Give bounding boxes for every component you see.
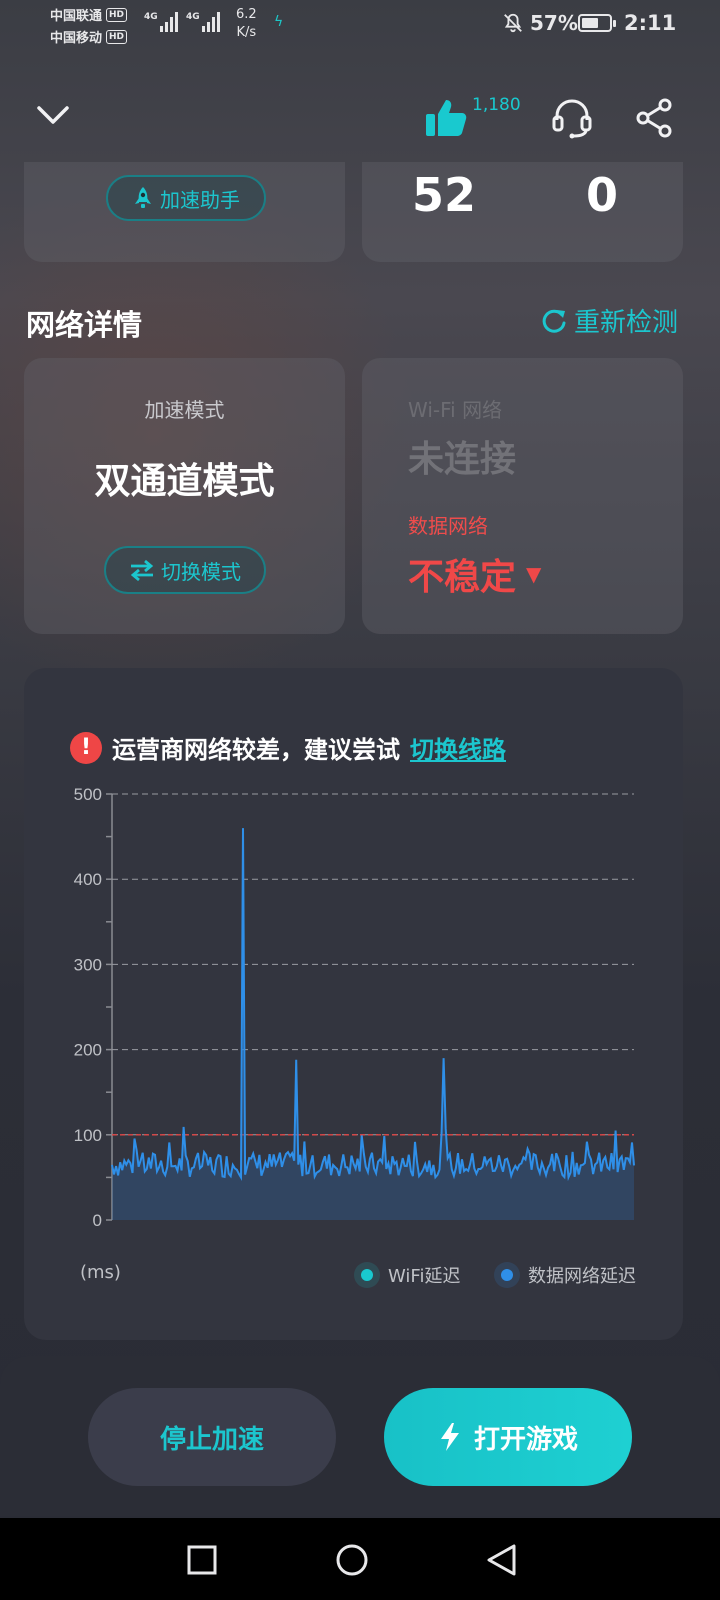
stop-boost-label: 停止加速 [159,1424,264,1455]
rocket-icon [135,187,151,208]
system-nav-bar [0,1518,720,1600]
recheck-button[interactable]: 重新检测 [540,302,678,339]
thumbs-up-icon[interactable] [424,96,468,140]
data-network-label: 数据网络 [408,514,488,538]
network-type: 4G [144,12,158,22]
stat-value-2: 0 [586,168,619,222]
battery-percent: 57% [530,11,578,35]
y-axis-unit: (ms) [80,1262,121,1283]
back-icon[interactable] [484,1542,520,1578]
like-count: 1,180 [472,95,521,115]
bell-muted-icon [504,13,522,33]
data-latency-line [111,828,635,1182]
headset-icon[interactable] [550,96,594,140]
stop-boost-button[interactable]: 停止加速 [88,1388,336,1486]
carrier-2-name: 中国移动 [50,31,103,46]
wifi-status: 未连接 [408,439,517,480]
legend-wifi: WiFi延迟 [354,1262,460,1288]
net-speed-unit: K/s [236,25,257,40]
share-icon[interactable] [634,96,674,140]
legend-wifi-label: WiFi延迟 [388,1266,461,1287]
swap-arrows-icon [130,559,154,581]
section-title: 网络详情 [26,308,143,342]
latency-chart: 0 100 200 300 400 500 [74,785,635,1230]
net-speed: 6.2 K/s [236,6,257,42]
data-network-status-text: 不稳定 [408,557,517,598]
mode-label: 加速模式 [144,398,225,422]
caret-down-icon: ▼ [526,562,542,586]
home-icon[interactable] [334,1542,370,1578]
latency-chart-card: ! 运营商网络较差，建议尝试 切换线路 0 100 200 300 400 500 (ms… [24,668,683,1340]
legend-data-label: 数据网络延迟 [528,1266,636,1287]
y-tick-label: 300 [74,955,102,974]
mode-value: 双通道模式 [94,461,275,502]
carrier-2: 中国移动 HD [50,27,128,46]
signal-bars-icon [202,12,220,32]
chevron-down-icon[interactable] [34,100,72,130]
accelerator-icon: ϟ [274,14,284,30]
signal-bars-icon [160,12,178,32]
open-game-label: 打开游戏 [473,1424,578,1455]
assist-button[interactable]: 加速助手 [106,175,266,221]
recent-apps-icon[interactable] [184,1542,220,1578]
y-tick-label: 200 [74,1041,102,1060]
stats-card [362,162,683,262]
switch-mode-label: 切换模式 [161,559,241,584]
mode-card: 加速模式 双通道模式 切换模式 [24,358,345,634]
net-speed-value: 6.2 [236,7,257,22]
recheck-label: 重新检测 [574,308,679,338]
hd-badge: HD [106,29,128,44]
switch-mode-button[interactable]: 切换模式 [104,546,266,594]
wifi-label: Wi-Fi 网络 [408,398,503,422]
assist-button-label: 加速助手 [160,187,240,212]
y-tick-label: 400 [74,870,102,889]
clock: 2:11 [624,11,677,35]
hd-badge: HD [106,7,128,22]
lightning-icon [440,1423,459,1451]
y-tick-label: 100 [74,1126,102,1145]
data-network-status[interactable]: 不稳定 ▼ [408,548,541,600]
carrier-1-name: 中国联通 [50,9,103,24]
stat-value-1: 52 [412,168,477,222]
y-tick-label: 500 [74,785,102,804]
network-status-card: Wi-Fi 网络 未连接 数据网络 不稳定 ▼ [362,358,683,634]
legend-dot-data [494,1262,520,1288]
legend-dot-wifi [354,1262,380,1288]
legend-data: 数据网络延迟 [494,1262,636,1288]
network-type: 4G [186,12,200,22]
carrier-1: 中国联通 HD [50,5,128,24]
battery-icon [578,14,616,32]
refresh-icon [542,309,566,333]
status-bar: 中国联通 HD 中国移动 HD 4G 4G 6.2 K/s ϟ 57% 2:11 [0,0,720,50]
y-tick-label: 0 [93,1211,102,1230]
open-game-button[interactable]: 打开游戏 [384,1388,632,1486]
